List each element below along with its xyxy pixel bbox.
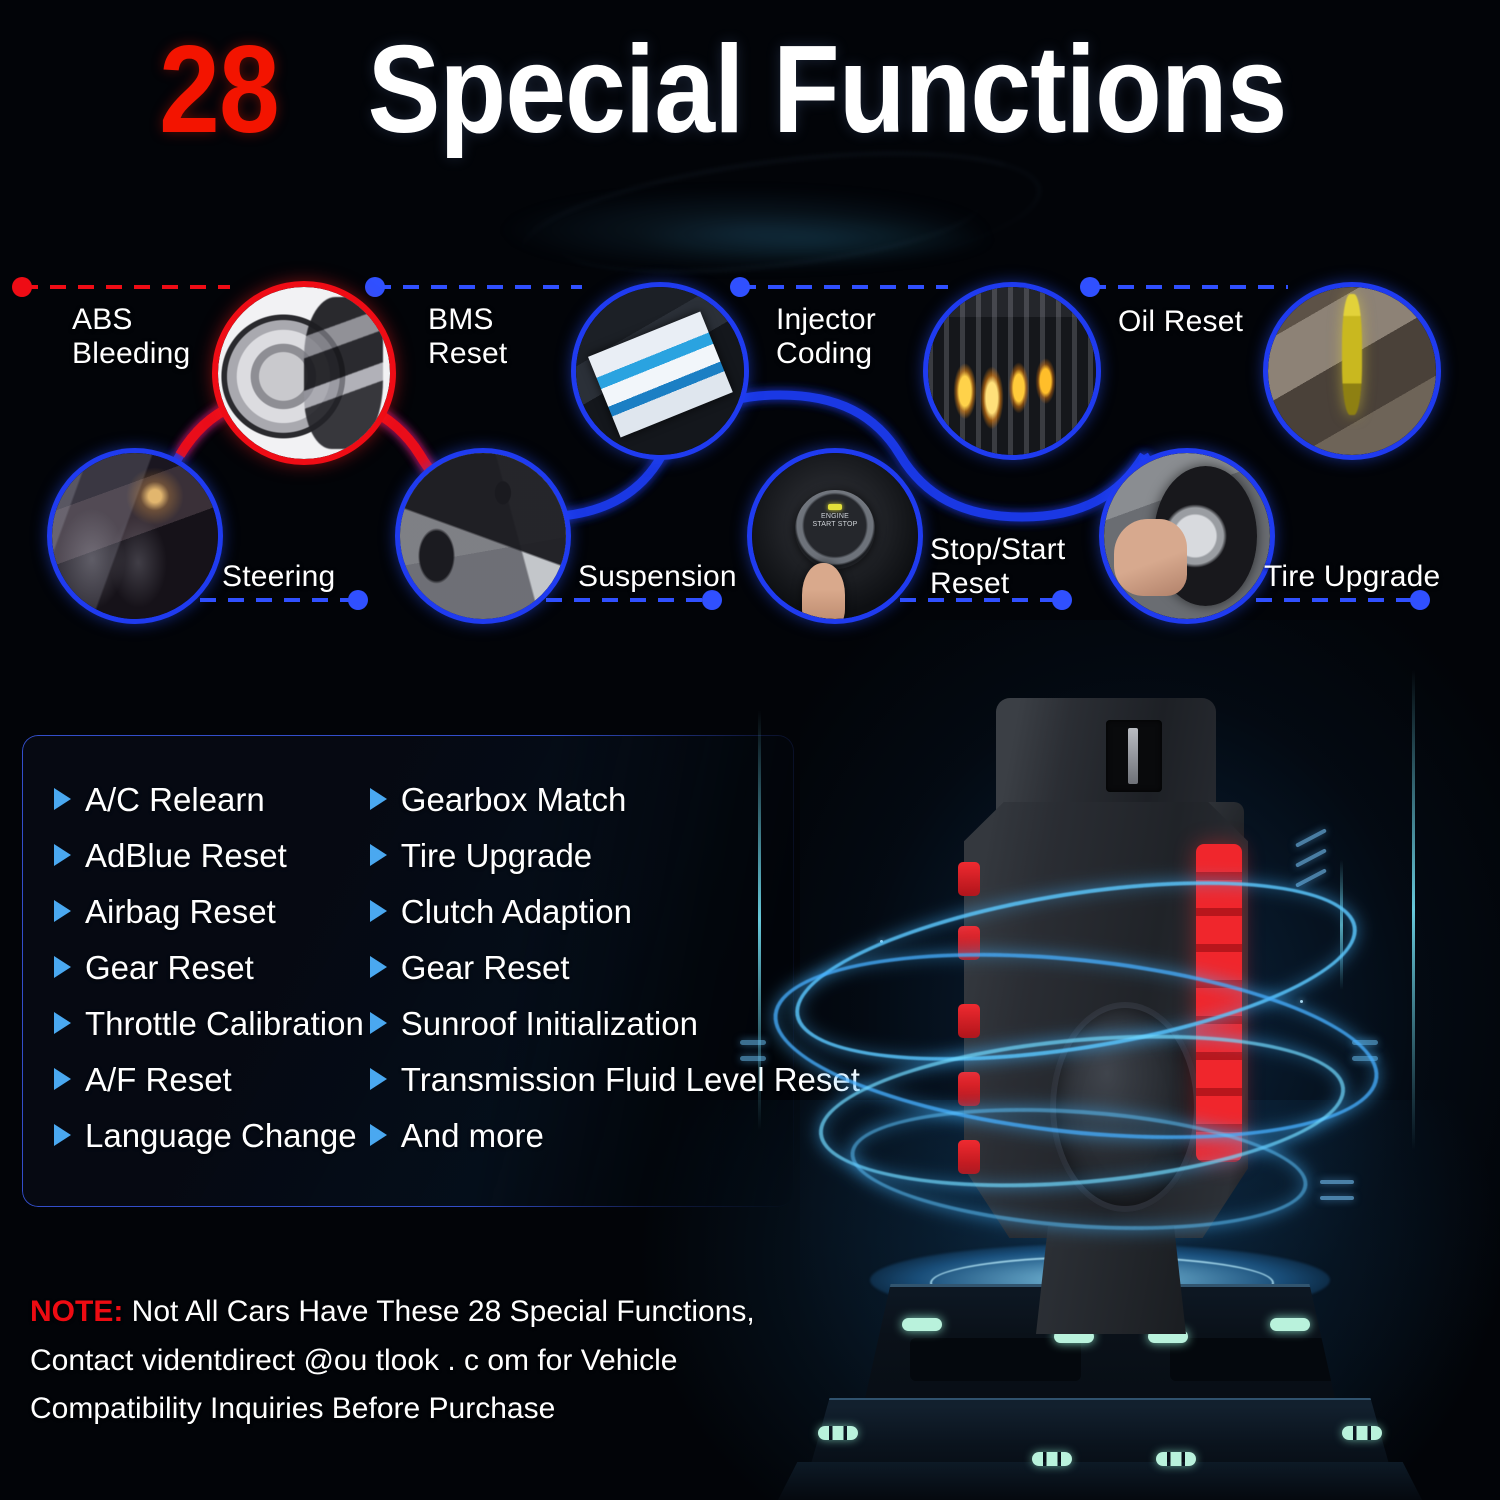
triangle-bullet-icon bbox=[369, 1068, 387, 1090]
engine-start-stop-button-icon: ENGINE START STOP bbox=[752, 453, 918, 619]
product-scene bbox=[700, 640, 1500, 1500]
feature-label: Gearbox Match bbox=[400, 780, 627, 818]
tech-line-left bbox=[758, 710, 761, 1130]
title-text: Special Functions bbox=[367, 21, 1288, 159]
function-label-steering: Steering bbox=[222, 560, 336, 593]
triangle-bullet-icon bbox=[369, 1124, 387, 1146]
podium-led-triple bbox=[1342, 1426, 1382, 1440]
suspension-assembly-icon bbox=[400, 453, 566, 619]
tech-chip bbox=[1295, 868, 1327, 888]
note-body: Not All Cars Have These 28 Special Funct… bbox=[30, 1295, 755, 1426]
device-base-plug bbox=[1036, 1226, 1186, 1334]
car-interior-icon bbox=[52, 453, 218, 619]
function-icon-suspension[interactable] bbox=[400, 453, 566, 619]
triangle-bullet-icon bbox=[54, 788, 71, 810]
feature-label: A/F Reset bbox=[85, 1060, 232, 1098]
function-label-suspension: Suspension bbox=[578, 560, 737, 593]
triangle-bullet-icon bbox=[54, 900, 71, 922]
feature-item: Language Change bbox=[54, 1107, 364, 1163]
function-icon-steering[interactable] bbox=[52, 453, 218, 619]
podium-led-triple bbox=[1156, 1452, 1196, 1466]
podium-led-triple bbox=[818, 1426, 858, 1440]
feature-label: AdBlue Reset bbox=[85, 836, 287, 874]
feature-label: Gear Reset bbox=[400, 948, 570, 986]
device-connector-head bbox=[996, 698, 1216, 818]
fuel-injector-icon bbox=[928, 287, 1096, 455]
triangle-bullet-icon bbox=[369, 900, 387, 922]
feature-label: And more bbox=[400, 1116, 544, 1154]
feature-label: Language Change bbox=[85, 1116, 357, 1154]
function-icon-abs-bleeding[interactable] bbox=[218, 287, 390, 459]
feature-item: A/F Reset bbox=[54, 1051, 364, 1107]
tech-chip bbox=[1320, 1180, 1354, 1184]
device-side-tab bbox=[958, 862, 980, 896]
triangle-bullet-icon bbox=[369, 1012, 387, 1034]
start-button-led bbox=[828, 504, 842, 511]
function-icon-bms-reset[interactable] bbox=[576, 287, 744, 455]
tech-chip bbox=[1295, 848, 1327, 868]
feature-column-left: A/C Relearn AdBlue Reset Airbag Reset Ge… bbox=[54, 771, 364, 1163]
triangle-bullet-icon bbox=[54, 1068, 71, 1090]
tech-line-right bbox=[1412, 670, 1415, 1150]
function-icon-stop-start-reset[interactable]: ENGINE START STOP bbox=[752, 453, 918, 619]
product-marketing-image: 28 Special Functions ABS Bleeding BMS Re… bbox=[0, 0, 1500, 1500]
triangle-bullet-icon bbox=[54, 956, 71, 978]
title-number: 28 bbox=[159, 21, 280, 159]
function-label-injector-coding: Injector Coding bbox=[776, 303, 876, 370]
podium-led bbox=[902, 1318, 942, 1331]
triangle-bullet-icon bbox=[369, 844, 387, 866]
feature-item: Throttle Calibration bbox=[54, 995, 364, 1051]
tech-tick bbox=[740, 1040, 766, 1045]
function-icon-injector-coding[interactable] bbox=[928, 287, 1096, 455]
triangle-bullet-icon bbox=[369, 956, 387, 978]
triangle-bullet-icon bbox=[54, 844, 71, 866]
tech-chip bbox=[1320, 1196, 1354, 1200]
note-label: NOTE: bbox=[30, 1295, 124, 1328]
feature-label: A/C Relearn bbox=[85, 780, 265, 818]
function-label-tire-upgrade: Tire Upgrade bbox=[1264, 560, 1441, 593]
feature-label: Airbag Reset bbox=[85, 892, 276, 930]
feature-item: Airbag Reset bbox=[54, 883, 364, 939]
tech-tick bbox=[740, 1056, 766, 1061]
brake-disc-icon bbox=[218, 287, 390, 459]
feature-label: Gear Reset bbox=[85, 948, 254, 986]
start-button-text: ENGINE START STOP bbox=[812, 512, 858, 528]
function-label-oil-reset: Oil Reset bbox=[1118, 305, 1244, 338]
oil-pour-icon bbox=[1268, 287, 1436, 455]
function-icon-oil-reset[interactable] bbox=[1268, 287, 1436, 455]
feature-label: Throttle Calibration bbox=[85, 1004, 364, 1042]
podium-plinth bbox=[778, 1462, 1422, 1500]
hand-icon bbox=[1113, 519, 1187, 596]
feature-label: Clutch Adaption bbox=[400, 892, 632, 930]
feature-label: Tire Upgrade bbox=[400, 836, 593, 874]
device-obd-port bbox=[1106, 720, 1162, 792]
tech-chip bbox=[1295, 828, 1327, 848]
feature-item: Gear Reset bbox=[54, 939, 364, 995]
podium-led-triple bbox=[1032, 1452, 1072, 1466]
finger-icon bbox=[801, 562, 845, 619]
feature-label: Sunroof Initialization bbox=[400, 1004, 698, 1042]
feature-item: A/C Relearn bbox=[54, 771, 364, 827]
feature-item: AdBlue Reset bbox=[54, 827, 364, 883]
page-title: 28 Special Functions bbox=[0, 28, 1500, 152]
feature-list-columns: A/C Relearn AdBlue Reset Airbag Reset Ge… bbox=[54, 771, 860, 1163]
car-battery-icon bbox=[576, 287, 744, 455]
function-icon-tire-upgrade[interactable] bbox=[1104, 453, 1270, 619]
feature-list-panel: A/C Relearn AdBlue Reset Airbag Reset Ge… bbox=[22, 735, 860, 1207]
function-label-bms-reset: BMS Reset bbox=[428, 303, 508, 370]
spark bbox=[1300, 1000, 1303, 1003]
triangle-bullet-icon bbox=[369, 788, 387, 810]
podium-led bbox=[1270, 1318, 1310, 1331]
tire-wheel-icon bbox=[1104, 453, 1270, 619]
triangle-bullet-icon bbox=[54, 1012, 71, 1034]
function-label-stop-start-reset: Stop/Start Reset bbox=[930, 533, 1066, 600]
triangle-bullet-icon bbox=[54, 1124, 71, 1146]
function-label-abs-bleeding: ABS Bleeding bbox=[72, 303, 191, 370]
function-icon-chain: ABS Bleeding BMS Reset Injector Coding O… bbox=[0, 255, 1500, 635]
